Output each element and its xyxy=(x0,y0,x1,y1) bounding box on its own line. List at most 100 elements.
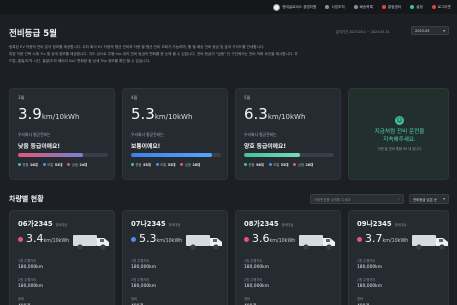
summary-card: 5월 6.3km/10kWh 우리회사 평균전비는 양호 등급이에요! 좋음 98대 보통 5… xyxy=(235,88,341,180)
chevron-down-icon: ▾ xyxy=(443,28,445,33)
stat-label: 정비 xyxy=(244,297,251,301)
legend-value: 28대 xyxy=(305,163,314,167)
summary-card: 3월 3.9km/10kWh 우리회사 평균전비는 낮음 등급이에요! 좋음 28대 보통 5… xyxy=(9,88,115,180)
legend-item: 좋음 98대 xyxy=(244,162,264,167)
stat-label: 1월 주행거리 xyxy=(244,259,263,263)
user-menu[interactable]: 현대글로비스 경영지원 xyxy=(273,3,317,11)
vehicle-efficiency-unit: km/10kWh xyxy=(382,239,409,244)
smile-icon: ☺ xyxy=(395,116,404,125)
card-efficiency: 5.3km/10kWh xyxy=(131,105,192,123)
grade-dot-icon xyxy=(18,237,23,242)
truck-icon xyxy=(186,235,222,250)
grade-bar xyxy=(131,153,221,157)
plate-number: 09나2345 xyxy=(357,220,392,228)
grade-dot-icon xyxy=(357,237,362,242)
chevron-down-icon: ▾ xyxy=(443,197,445,201)
legend-value: 53대 xyxy=(54,163,63,167)
top-bar: 현대글로비스 경영지원 사업조직 배송목록 알림센터 설정 로그아웃 xyxy=(0,0,457,14)
card-verdict: 보통이에요! xyxy=(131,144,161,150)
legend-dot xyxy=(155,163,159,166)
stat-value: 180,000km xyxy=(131,284,156,289)
stat-value: 180,000km xyxy=(244,284,269,289)
menu-org[interactable]: 사업조직 xyxy=(325,5,345,10)
month-select-value: 2023.05 xyxy=(415,28,430,33)
vehicle-efficiency-value: 5.3 xyxy=(139,232,157,245)
vehicle-efficiency-value: 3.7 xyxy=(365,232,383,245)
analysis-period: 분석기간 2023.05.1 ~ 2023.05.31 xyxy=(336,30,390,34)
legend-item: 보통 53대 xyxy=(155,162,175,167)
message-line2: 지속해주세요. xyxy=(383,137,416,143)
stat-label: 정비 xyxy=(18,297,25,301)
legend-value: 24대 xyxy=(79,163,88,167)
efficiency-unit: km/10kWh xyxy=(41,113,80,121)
vehicle-card[interactable]: 07나2345 정비대상 5.3km/10kWh 1월 주행거리 180,000km 2월… xyxy=(122,210,228,305)
summary-card: 4월 5.3km/10kWh 우리회사 평균전비는 보통이에요! 좋음 53대 보통 53대 낮… xyxy=(122,88,228,180)
menu-settings[interactable]: 설정 xyxy=(410,5,423,10)
section-title: 차량별 현황 xyxy=(9,195,44,203)
efficiency-value: 3.9 xyxy=(18,105,42,123)
truck-icon xyxy=(299,235,335,250)
menu-logout[interactable]: 로그아웃 xyxy=(431,5,451,10)
stat-value: 180,000km xyxy=(357,284,382,289)
sort-select[interactable]: 전비등급 낮은 순 ▾ xyxy=(409,194,449,204)
legend-label: 낮음 xyxy=(297,163,304,167)
grade-bar xyxy=(244,153,334,157)
legend-value: 53대 xyxy=(143,163,151,167)
legend-dot xyxy=(180,163,184,166)
stat-value: 180,000km xyxy=(244,265,269,270)
vehicle-card[interactable]: 09나2345 정비대상 3.7km/10kWh 1월 주행거리 180,000km 2월… xyxy=(348,210,449,305)
legend-value: 98대 xyxy=(256,163,264,167)
legend-dot xyxy=(42,163,46,166)
plate-number: 06가2345 xyxy=(18,220,53,228)
menu-alerts-label: 알림센터 xyxy=(387,4,402,9)
grade-bar xyxy=(18,153,108,157)
vehicle-efficiency-value: 3.4 xyxy=(26,232,44,245)
legend-value: 28대 xyxy=(30,163,38,167)
card-legend: 좋음 53대 보통 53대 낮음 28대 xyxy=(131,162,200,167)
stat-value: 180,000km xyxy=(18,284,43,289)
legend-item: 낮음 28대 xyxy=(180,162,200,167)
vehicle-tag: 정비대상 xyxy=(168,223,181,227)
vehicle-plate: 08가2345 정비대상 xyxy=(244,218,293,228)
vehicle-efficiency: 5.3km/10kWh xyxy=(139,232,182,245)
legend-label: 낮음 xyxy=(71,163,78,167)
vehicle-card[interactable]: 06가2345 정비대상 3.4km/10kWh 1월 주행거리 180,000km 2월… xyxy=(9,210,115,305)
vehicle-tag: 정비대상 xyxy=(281,223,294,227)
menu-delivery[interactable]: 배송목록 xyxy=(353,4,373,10)
stat-label: 2월 주행거리 xyxy=(357,278,376,282)
legend-dot xyxy=(18,163,21,166)
page-title: 전비등급 5월 xyxy=(9,29,57,39)
message-line1: 지금처럼 전비 운전을 xyxy=(374,129,425,135)
avatar xyxy=(273,3,281,11)
legend-dot xyxy=(67,163,71,166)
stat-value: 180,000km xyxy=(131,265,156,270)
menu-settings-label: 설정 xyxy=(416,4,423,9)
legend-item: 좋음 53대 xyxy=(131,162,151,167)
vehicle-search-input[interactable]: 차량번호를 검색해 주세요 ⌕ xyxy=(310,194,404,204)
menu-alerts[interactable]: 알림센터 xyxy=(381,4,402,10)
vehicle-efficiency: 3.6km/10kWh xyxy=(252,232,295,245)
message-card: ☺ 지금처럼 전비 운전을 지속해주세요. 이번 달 전비 좋음 95 대 입니… xyxy=(348,88,449,180)
intro-line: 특정 차량 선택 시에 7rs 별 상세 정보를 제공합니다. 지도 상으로 주… xyxy=(9,52,298,57)
efficiency-value: 5.3 xyxy=(131,105,155,123)
legend-label: 보통 xyxy=(273,163,280,167)
grade-bar-fill xyxy=(131,153,212,157)
legend-item: 좋음 28대 xyxy=(18,162,38,167)
menu-delivery-label: 배송목록 xyxy=(359,4,373,9)
card-subtitle: 우리회사 평균전비는 xyxy=(244,132,277,137)
search-placeholder: 차량번호를 검색해 주세요 xyxy=(314,197,351,202)
card-subtitle: 우리회사 평균전비는 xyxy=(131,132,164,137)
intro-line: 드럽, 출발/도착 시간, 출발/도착 배터리 SoC 변화량 등 상세 Tri… xyxy=(9,59,151,64)
user-name: 현대글로비스 경영지원 xyxy=(282,4,317,9)
gear-icon xyxy=(410,5,415,9)
vehicle-tag: 정비대상 xyxy=(55,223,68,227)
truck-icon xyxy=(73,235,109,250)
card-efficiency: 3.9km/10kWh xyxy=(18,105,79,123)
vehicle-plate: 07나2345 정비대상 xyxy=(131,218,180,228)
vehicle-card[interactable]: 08가2345 정비대상 3.6km/10kWh 1월 주행거리 180,000km 2월… xyxy=(235,210,341,305)
stat-label: 정비 xyxy=(131,297,138,301)
plate-number: 08가2345 xyxy=(244,220,279,228)
month-select[interactable]: 2023.05 ▾ xyxy=(411,26,449,35)
legend-value: 28대 xyxy=(192,163,201,167)
vehicle-efficiency-unit: km/10kWh xyxy=(156,239,183,244)
